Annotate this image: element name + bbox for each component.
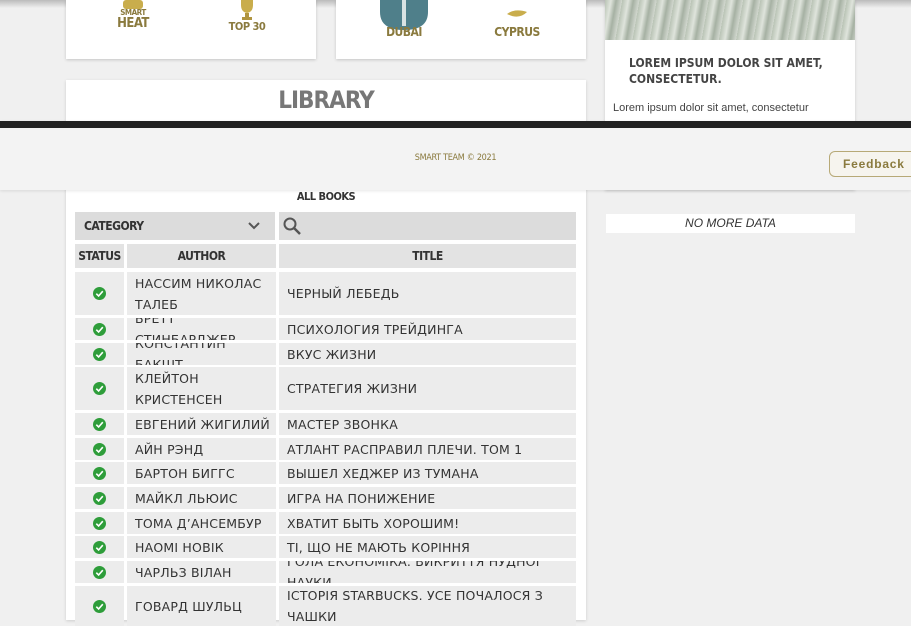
promo-card-left: Smart Heat Top 30	[66, 0, 316, 59]
author-cell: Бартон Биггс	[127, 462, 276, 484]
author-cell: Евгений Жигилий	[127, 413, 276, 435]
title-cell[interactable]: Атлант расправил плечи. Том 1	[279, 438, 576, 460]
news-text: Lorem ipsum dolor sit amet, consectetur	[613, 102, 809, 114]
title-cell[interactable]: Игра на понижение	[279, 487, 576, 509]
author-cell: Клейтон Кристенсен	[127, 367, 276, 410]
title-cell[interactable]: Хватит быть хорошим!	[279, 512, 576, 534]
status-cell	[75, 318, 124, 340]
news-image	[605, 0, 855, 40]
status-check-icon	[93, 347, 106, 361]
trophy-icon	[241, 0, 253, 20]
status-check-icon	[93, 442, 106, 456]
search-icon[interactable]	[282, 216, 302, 236]
library-title: Library	[278, 86, 375, 114]
title-cell[interactable]: Черный лебедь	[279, 272, 576, 315]
author-cell: Чарльз Вілан	[127, 561, 276, 583]
author-cell: Тома Д’Ансембур	[127, 512, 276, 534]
status-check-icon	[93, 491, 106, 505]
news-title[interactable]: Lorem ipsum dolor sit amet, consectetur.	[629, 55, 829, 87]
status-cell	[75, 586, 124, 626]
title-cell[interactable]: Ті, що не мають коріння	[279, 536, 576, 558]
author-cell: Говард Шульц	[127, 586, 276, 626]
status-check-icon	[93, 466, 106, 480]
footer-copyright: Smart Team © 2021	[414, 153, 497, 163]
author-cell: Майкл Льюис	[127, 487, 276, 509]
status-cell	[75, 487, 124, 509]
status-check-icon	[93, 382, 106, 395]
status-cell	[75, 272, 124, 315]
footer-bar: Smart Team © 2021 Feedback	[0, 121, 911, 190]
status-check-icon	[93, 599, 106, 613]
column-header-status[interactable]: Status	[75, 244, 124, 268]
author-cell: Константин Бакшт	[127, 343, 276, 365]
status-cell	[75, 367, 124, 410]
status-check-icon	[93, 516, 106, 530]
status-check-icon	[93, 565, 106, 579]
chevron-down-icon	[248, 222, 260, 230]
status-check-icon	[93, 322, 106, 336]
status-cell	[75, 536, 124, 558]
status-cell	[75, 438, 124, 460]
status-check-icon	[93, 287, 106, 300]
author-cell: Бретт Стинбарджер	[127, 318, 276, 340]
author-cell: Наомі Новік	[127, 536, 276, 558]
tile-cyprus[interactable]: Cyprus	[472, 0, 562, 38]
status-check-icon	[93, 540, 106, 554]
status-cell	[75, 343, 124, 365]
title-cell[interactable]: Вышел хеджер из тумана	[279, 462, 576, 484]
status-check-icon	[93, 417, 106, 431]
tile-dubai[interactable]: Dubai	[359, 0, 449, 38]
author-cell: Нассим Николас Талеб	[127, 272, 276, 315]
title-cell[interactable]: Історія Starbucks. Усе почалося з чашки	[279, 586, 576, 626]
author-cell: Айн Рэнд	[127, 438, 276, 460]
status-cell	[75, 413, 124, 435]
feedback-button[interactable]: Feedback	[829, 151, 911, 177]
tile-top30[interactable]: Top 30	[202, 0, 292, 33]
status-cell	[75, 512, 124, 534]
cyprus-map-icon	[507, 10, 527, 17]
category-select-label: Category	[84, 219, 144, 233]
column-header-author[interactable]: Author	[127, 244, 276, 268]
title-cell[interactable]: Психология трейдинга	[279, 318, 576, 340]
category-select[interactable]: Category	[75, 212, 275, 240]
column-header-title[interactable]: Title	[279, 244, 576, 268]
tile-smart-heat[interactable]: Smart Heat	[88, 0, 178, 30]
title-cell[interactable]: Стратегия жизни	[279, 367, 576, 410]
promo-card-middle: Dubai Cyprus	[336, 0, 586, 59]
title-cell[interactable]: Мастер звонка	[279, 413, 576, 435]
tile-top30-label: Top 30	[228, 20, 266, 33]
title-cell[interactable]: Вкус жизни	[279, 343, 576, 365]
no-more-data-label: NO MORE DATA	[606, 214, 855, 233]
search-input[interactable]	[279, 212, 576, 240]
status-cell	[75, 561, 124, 583]
tile-smart-heat-label: Heat	[117, 16, 149, 31]
status-cell	[75, 462, 124, 484]
tile-cyprus-label: Cyprus	[494, 25, 540, 39]
all-books-heading: All books	[296, 190, 356, 203]
tile-dubai-label: Dubai	[386, 25, 422, 39]
title-cell[interactable]: Гола економіка. Викриття нудної науки	[279, 561, 576, 583]
